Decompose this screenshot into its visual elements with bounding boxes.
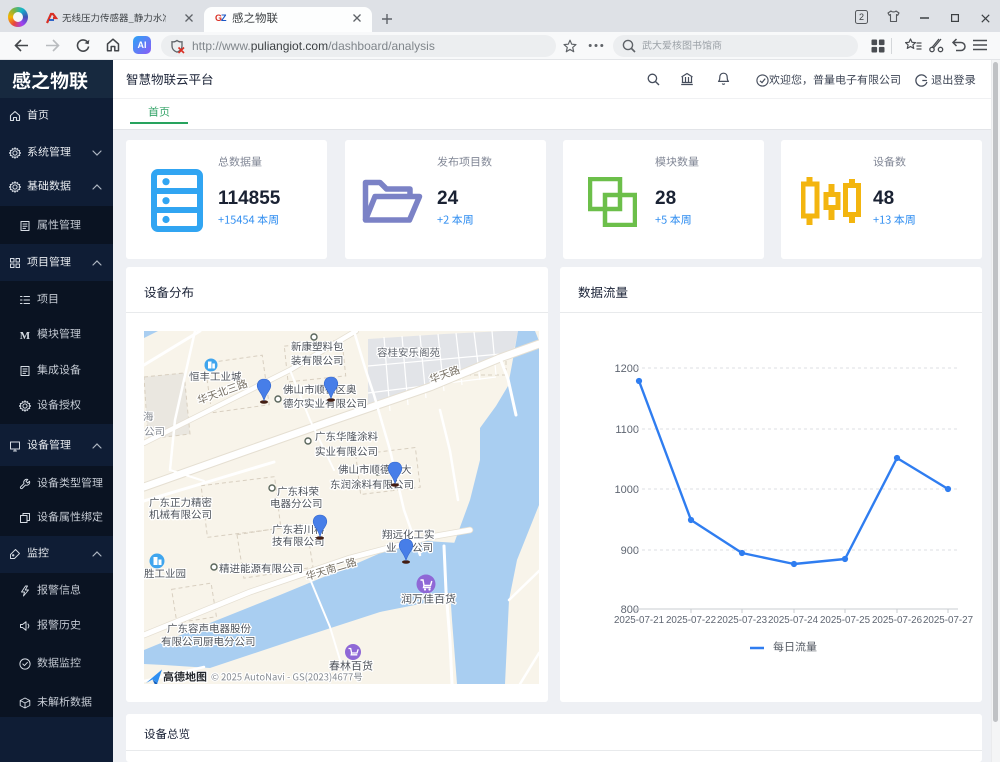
svg-text:M: M	[20, 330, 31, 341]
